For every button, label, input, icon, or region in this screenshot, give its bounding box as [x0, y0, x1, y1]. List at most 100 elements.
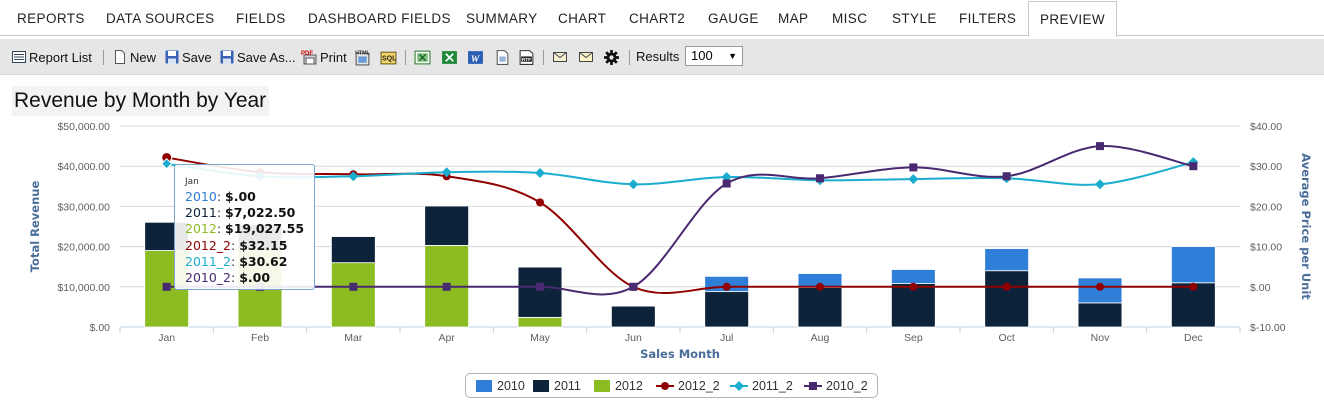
y-tick-label: $30,000.00 [57, 201, 110, 213]
tooltip-series-name: 2010_2 [185, 270, 232, 286]
tooltip-separator: : [216, 221, 225, 237]
tooltip-series-name: 2010 [185, 189, 217, 204]
point-2011_2 [535, 168, 545, 179]
x-tick-label: Sep [904, 332, 923, 344]
tooltip-series-value: $7,022.50 [225, 205, 296, 221]
bar-2011 [984, 270, 1030, 328]
bar-2011 [424, 205, 470, 246]
point-2010_2 [909, 163, 918, 172]
legend-item-2011[interactable]: 2011 [533, 374, 581, 397]
bar-2011 [1077, 302, 1123, 328]
tooltip-series-name: 2011 [185, 205, 217, 221]
y-tick-label: $50,000.00 [57, 121, 110, 133]
legend-swatch [476, 379, 492, 392]
line-2010_2 [166, 145, 1194, 296]
y-axis-title: Total Revenue [28, 181, 42, 273]
legend-item-2010_2[interactable]: 2010_2 [804, 374, 868, 397]
x-tick-label: Dec [1184, 332, 1203, 344]
point-2012_2 [1189, 282, 1198, 291]
legend-label: 2011 [554, 378, 581, 393]
x-tick-label: Apr [438, 332, 455, 344]
bar-2011 [704, 291, 750, 328]
point-2012_2 [909, 282, 918, 291]
point-2010_2 [1002, 172, 1011, 181]
point-2012_2 [536, 198, 544, 207]
bar-2010 [1171, 246, 1216, 284]
legend-label: 2010 [497, 378, 525, 393]
chart-legend: 2010 2011 2012 2012_2 2011_2 2010_2 [465, 373, 878, 398]
tooltip-series-value: $.00 [225, 189, 256, 204]
x-tick-label: Jun [625, 332, 642, 344]
tooltip-series-name: 2012 [185, 221, 217, 237]
tooltip-header: Jan [185, 177, 199, 187]
point-2012_2 [1002, 282, 1011, 291]
bar-2010 [891, 269, 936, 284]
tooltip-row: 2010_2: $.00 [185, 270, 314, 286]
legend-item-2011_2[interactable]: 2011_2 [730, 374, 793, 397]
x-tick-label: May [530, 332, 551, 344]
legend-item-2010[interactable]: 2010 [476, 374, 525, 397]
y-tick-label: $10,000.00 [57, 282, 110, 294]
tooltip-row: 2011: $7,022.50 [185, 205, 314, 221]
point-2012_2 [722, 282, 731, 291]
legend-line-marker [730, 380, 748, 391]
point-2010_2 [349, 282, 358, 291]
tooltip-separator: : [216, 189, 225, 204]
tooltip-series-value: $.00 [239, 270, 271, 286]
x-tick-label: Oct [998, 332, 1014, 344]
point-2010_2 [816, 174, 824, 183]
y2-tick-label: $-10.00 [1250, 322, 1286, 334]
y-tick-label: $.00 [90, 322, 111, 334]
y2-tick-label: $40.00 [1250, 121, 1282, 133]
point-2010_2 [629, 282, 638, 291]
bar-2011 [330, 236, 376, 264]
legend-label: 2012_2 [678, 378, 720, 393]
y-tick-label: $20,000.00 [57, 242, 110, 254]
tooltip-separator: : [231, 253, 240, 269]
x-tick-label: Nov [1091, 332, 1110, 344]
point-2011_2 [628, 179, 639, 190]
legend-item-2012_2[interactable]: 2012_2 [656, 374, 720, 397]
bar-2011 [611, 305, 656, 328]
point-2010_2 [1189, 162, 1198, 171]
tooltip-series-value: $30.62 [239, 253, 288, 269]
legend-line-marker [804, 381, 822, 390]
legend-label: 2011_2 [752, 378, 793, 393]
y2-tick-label: $20.00 [1250, 201, 1282, 213]
tooltip-series-name: 2012_2 [185, 237, 232, 253]
tooltip-row: 2012: $19,027.55 [185, 221, 314, 237]
bar-2011 [517, 266, 563, 318]
bar-2011 [797, 287, 843, 328]
point-2010_2 [536, 282, 544, 291]
x-tick-label: Mar [344, 332, 363, 344]
tooltip-separator: : [216, 205, 225, 221]
legend-swatch [533, 379, 549, 392]
legend-item-2012[interactable]: 2012 [594, 374, 643, 397]
legend-label: 2012 [615, 378, 643, 393]
tooltip-row: 2012_2: $32.15 [185, 238, 314, 254]
point-2011_2 [908, 174, 919, 185]
y2-tick-label: $.00 [1250, 282, 1271, 294]
tooltip-row: 2011_2: $30.62 [185, 254, 314, 270]
legend-line-marker [656, 381, 674, 390]
bar-2012 [517, 316, 563, 328]
point-2010_2 [722, 179, 731, 188]
tooltip-rows: 2010: $.00 2011: $7,022.50 2012: $19,027.5… [185, 189, 314, 286]
tooltip-series-name: 2011_2 [185, 253, 232, 269]
x-tick-label: Jan [158, 332, 175, 344]
point-2012_2 [1096, 282, 1104, 291]
tooltip-series-value: $19,027.55 [225, 221, 305, 237]
bar-2010 [984, 248, 1030, 272]
tooltip-row: 2010: $.00 [185, 189, 314, 205]
tooltip-separator: : [231, 237, 240, 253]
tooltip-separator: : [231, 270, 240, 286]
chart-tooltip: Jan 2010: $.00 2011: $7,022.50 2012: $19,0… [174, 164, 315, 290]
x-tick-label: Feb [251, 332, 269, 344]
point-2010_2 [162, 282, 171, 291]
y2-axis-title: Average Price per Unit [1299, 153, 1313, 300]
x-axis-title: Sales Month [640, 347, 720, 361]
point-2012_2 [816, 282, 824, 291]
point-2010_2 [1096, 142, 1104, 151]
tooltip-series-value: $32.15 [239, 237, 288, 253]
y-tick-label: $40,000.00 [57, 161, 110, 173]
